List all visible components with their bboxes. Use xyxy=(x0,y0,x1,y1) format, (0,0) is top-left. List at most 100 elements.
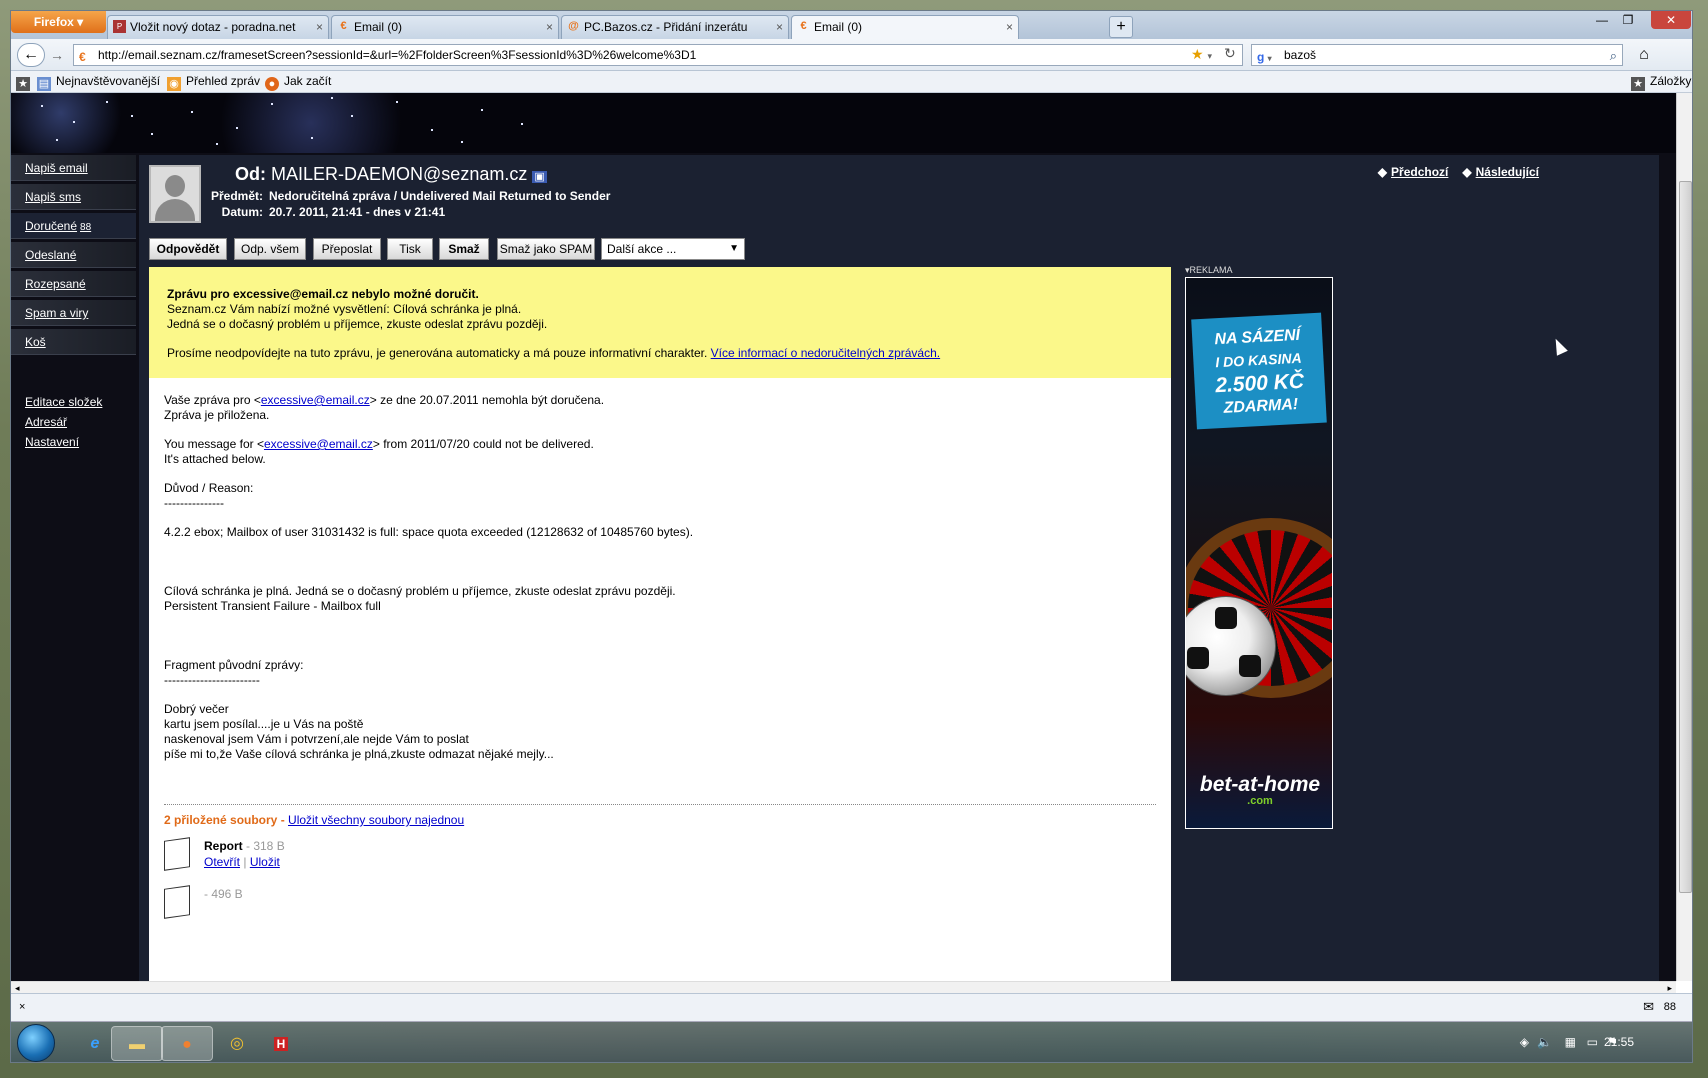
rss-icon: ◉ xyxy=(167,77,181,91)
home-icon[interactable]: ⌂ xyxy=(1629,44,1659,66)
close-tab-icon[interactable]: × xyxy=(776,16,783,38)
forward-button[interactable]: → xyxy=(47,45,67,65)
body-line: píše mi to,že Vaše cílová schránka je pl… xyxy=(164,747,554,761)
clock[interactable]: 21:55 xyxy=(1604,1035,1634,1049)
network-icon[interactable]: ▦ xyxy=(1565,1035,1576,1049)
advertisement-banner[interactable]: NA SÁZENÍ I DO KASINA 2.500 KČ ZDARMA! b… xyxy=(1185,277,1333,829)
search-input[interactable]: g ▾ bazoš ⌕ xyxy=(1251,44,1623,66)
menu-compose-sms[interactable]: Napiš sms xyxy=(11,184,136,210)
close-tab-icon[interactable]: × xyxy=(546,16,553,38)
windows-taskbar: e ▬ ● ◎ H ◈ 🔈 ▦ ▭ ⚑ 21:55 xyxy=(11,1021,1692,1062)
next-arrow-icon: ◆ xyxy=(1462,165,1472,179)
notice-line: Jedná se o dočasný problém u příjemce, z… xyxy=(167,317,548,331)
attachment-name: Report xyxy=(204,839,243,853)
mail-icon[interactable]: ✉ xyxy=(1643,994,1654,1020)
delete-as-spam-button[interactable]: Smaž jako SPAM xyxy=(497,238,595,260)
body-line: kartu jsem posílal....je u Vás na poště xyxy=(164,717,364,731)
body-line: naskenoval jsem Vám i potvrzení,ale nejd… xyxy=(164,732,469,746)
attachment-save-link[interactable]: Uložit xyxy=(250,855,280,869)
close-addon-bar-icon[interactable]: × xyxy=(19,994,25,1020)
start-button[interactable] xyxy=(17,1024,55,1062)
attachment-size: - 496 B xyxy=(204,887,243,901)
page-icon: ▤ xyxy=(37,77,51,91)
date: 20.7. 2011, 21:41 - dnes v 21:41 xyxy=(269,205,446,219)
reply-button[interactable]: Odpovědět xyxy=(149,238,227,260)
more-actions-select[interactable]: Další akce ... ▼ xyxy=(601,238,745,260)
tab-label: PC.Bazos.cz - Přidání inzerátu xyxy=(584,20,748,34)
body-line: 4.2.2 ebox; Mailbox of user 31031432 is … xyxy=(164,525,694,539)
tab-email-1[interactable]: € Email (0) × xyxy=(331,15,559,39)
url-bar[interactable]: € http://email.seznam.cz/framesetScreen?… xyxy=(73,44,1243,66)
menu-compose-email[interactable]: Napiš email xyxy=(11,155,136,181)
menu-trash[interactable]: Koš xyxy=(11,329,136,355)
new-tab-button[interactable]: + xyxy=(1109,16,1133,38)
display-icon[interactable]: ▭ xyxy=(1587,1035,1598,1049)
tab-bazos[interactable]: @ PC.Bazos.cz - Přidání inzerátu × xyxy=(561,15,789,39)
search-icon[interactable]: ⌕ xyxy=(1610,46,1617,66)
hijackthis-taskbar-icon[interactable]: H xyxy=(255,1026,307,1061)
tab-poradna[interactable]: P Vložit nový dotaz - poradna.net × xyxy=(107,15,329,39)
recipient-email-link[interactable]: excessive@email.cz xyxy=(264,437,373,451)
recipient-email-link[interactable]: excessive@email.cz xyxy=(261,393,370,407)
message-pager: ◆ Předchozí ◆ Následující xyxy=(1374,165,1539,179)
menu-spam[interactable]: Spam a viry xyxy=(11,300,136,326)
attachments-section: 2 přiložené soubory - Uložit všechny sou… xyxy=(164,804,1156,919)
prev-message-link[interactable]: Předchozí xyxy=(1391,165,1448,179)
menu-sent[interactable]: Odeslané xyxy=(11,242,136,268)
link-settings[interactable]: Nastavení xyxy=(11,432,136,452)
google-icon: g ▾ xyxy=(1257,50,1272,64)
menu-inbox[interactable]: Doručené 88 xyxy=(11,213,136,239)
status-bar: × ✉ 88 xyxy=(11,993,1692,1021)
close-tab-icon[interactable]: × xyxy=(316,16,323,38)
tab-strip: Firefox ▾ P Vložit nový dotaz - poradna.… xyxy=(11,11,1692,40)
from-address[interactable]: MAILER-DAEMON@seznam.cz xyxy=(271,164,527,184)
bookmark-most-visited[interactable]: ▤ Nejnavštěvovanější xyxy=(37,71,160,91)
restore-icon[interactable]: ❐ xyxy=(1615,11,1641,29)
tab-email-active[interactable]: € Email (0) × xyxy=(791,15,1019,40)
delete-button[interactable]: Smaž xyxy=(439,238,489,260)
prev-arrow-icon: ◆ xyxy=(1377,165,1388,179)
next-message-link[interactable]: Následující xyxy=(1476,165,1539,179)
firefox-menu-button[interactable]: Firefox ▾ xyxy=(11,11,106,33)
back-button[interactable]: ← xyxy=(17,43,45,67)
antivirus-tray-icon[interactable]: ◈ xyxy=(1520,1035,1529,1049)
horizontal-scrollbar[interactable]: ◂ ▸ xyxy=(11,981,1676,993)
print-button[interactable]: Tisk xyxy=(387,238,433,260)
link-address-book[interactable]: Adresář xyxy=(11,412,136,432)
minimize-icon[interactable]: — xyxy=(1589,11,1615,29)
close-window-icon[interactable]: ✕ xyxy=(1651,11,1691,29)
ad-brand: bet-at-home xyxy=(1199,773,1321,796)
body-line: ------------------------ xyxy=(164,673,260,687)
add-contact-icon[interactable]: ▣ xyxy=(532,171,547,183)
close-tab-icon[interactable]: × xyxy=(1006,16,1013,38)
firefox-taskbar-icon[interactable]: ● xyxy=(161,1026,213,1061)
attachments-title: 2 přiložené soubory xyxy=(164,813,278,827)
chevron-down-icon: ▼ xyxy=(729,243,739,254)
bookmark-star-toolbar-icon[interactable]: ★ xyxy=(16,71,35,91)
bookmark-star-icon[interactable]: ★ ▾ xyxy=(1191,46,1212,63)
tab-label: Vložit nový dotaz - poradna.net xyxy=(130,20,296,34)
bookmark-getting-started[interactable]: ● Jak začít xyxy=(265,71,331,91)
navigation-bar: ← → € http://email.seznam.cz/framesetScr… xyxy=(11,39,1692,71)
volume-icon[interactable]: 🔈 xyxy=(1537,1035,1552,1049)
search-value: bazoš xyxy=(1284,48,1317,62)
menu-drafts[interactable]: Rozepsané xyxy=(11,271,136,297)
attachment-size: - 318 B xyxy=(242,839,285,853)
back-arrow-icon: ← xyxy=(23,46,39,63)
explorer-folder-icon[interactable]: ▬ xyxy=(111,1026,163,1061)
notice-more-info-link[interactable]: Více informací o nedoručitelných zprávác… xyxy=(711,346,940,360)
save-all-attachments-link[interactable]: Uložit všechny soubory najednou xyxy=(288,813,464,827)
body-line: Persistent Transient Failure - Mailbox f… xyxy=(164,599,381,613)
scrollbar-thumb[interactable] xyxy=(1679,181,1692,893)
body-line: Důvod / Reason: xyxy=(164,481,254,495)
body-line: Zpráva je přiložena. xyxy=(164,408,270,422)
inbox-count: 88 xyxy=(80,222,92,233)
attachment-open-link[interactable]: Otevřít xyxy=(204,855,240,869)
link-edit-folders[interactable]: Editace složek xyxy=(11,392,136,412)
vertical-scrollbar[interactable] xyxy=(1676,93,1692,981)
bookmark-news[interactable]: ◉ Přehled zpráv xyxy=(167,71,260,91)
reload-icon[interactable]: ↻ xyxy=(1224,45,1236,62)
bookmarks-menu[interactable]: ★ Záložky xyxy=(1631,71,1691,91)
forward-button[interactable]: Přeposlat xyxy=(313,238,381,260)
reply-all-button[interactable]: Odp. všem xyxy=(234,238,306,260)
